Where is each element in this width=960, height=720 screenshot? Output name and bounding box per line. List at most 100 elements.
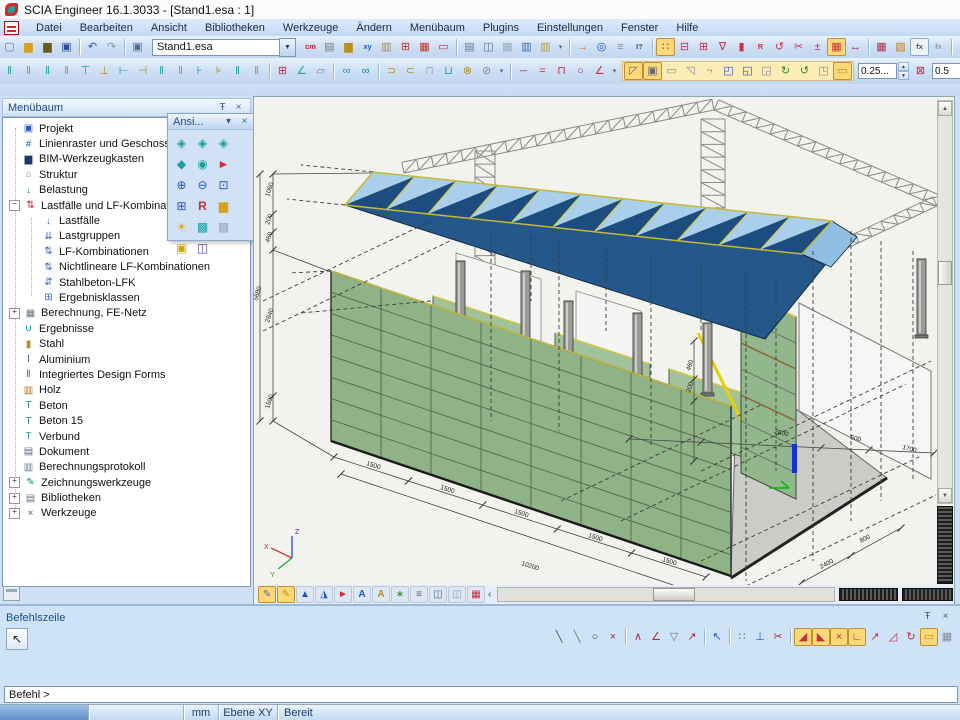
snap-intersection-icon[interactable]: × [830,628,848,646]
menu-item-0[interactable]: Datei [27,20,71,36]
step-icon[interactable]: ⊠ [911,62,930,80]
dim-parallel-icon[interactable]: = [533,62,552,80]
scroll-left-icon[interactable]: ‹ [488,589,491,600]
calculator-icon[interactable]: ▦ [498,38,517,56]
polyline-icon[interactable]: ∧ [629,628,647,646]
grid-step-spinner-stepper[interactable]: ▲▼ [898,62,909,80]
new-file-icon[interactable]: ▢ [0,38,19,56]
snap-endpoint-icon[interactable]: ◢ [794,628,812,646]
snap-quad-icon[interactable]: ◰ [719,62,738,80]
tree-item-13[interactable]: ∪Ergebnisse [7,321,250,336]
document-icon[interactable]: ▥ [517,38,536,56]
draw-segment-icon[interactable]: ╲ [568,628,586,646]
zoom-in-icon[interactable]: ⊕ [171,174,192,195]
opening-icon[interactable]: ‖ [19,62,38,80]
expand-icon[interactable]: + [9,493,20,504]
view-y-icon[interactable]: ◈ [213,132,234,153]
filter-icon[interactable]: ▽ [665,628,683,646]
snap-perpendicular-icon[interactable]: ∟ [848,628,866,646]
tree-item-17[interactable]: ▥Holz [7,383,250,398]
close-icon[interactable]: × [939,610,952,623]
render-on-icon[interactable]: ▩ [192,216,213,237]
connect-icon[interactable]: ⊃ [382,62,401,80]
overflow-icon[interactable]: ▾ [555,38,566,56]
spline-icon[interactable]: ↗ [683,628,701,646]
overflow4-icon[interactable]: ▾ [609,62,620,80]
chevron-down-icon[interactable]: ▼ [279,38,296,57]
menu-item-6[interactable]: Menübaum [401,20,474,36]
tree-item-21[interactable]: ▤Dokument [7,444,250,459]
snap-midpoint-icon[interactable]: ◣ [812,628,830,646]
tree-item-19[interactable]: TBeton 15 [7,413,250,428]
model-3d-view[interactable]: 1060 200 460 2940 1500 5680 1500 1500 15… [254,97,942,585]
tree-item-10[interactable]: ⇵Stahlbeton-LFK [7,275,250,290]
dim-line-icon[interactable]: — [514,62,533,80]
snap-corner-icon[interactable]: ◸ [624,62,643,80]
menu-item-3[interactable]: Bibliotheken [196,20,274,36]
member-right-icon[interactable]: ⊣ [133,62,152,80]
close-icon[interactable]: × [238,115,251,128]
draw-circle-icon[interactable]: ○ [586,628,604,646]
cut-axes-icon[interactable]: ✂ [769,628,787,646]
collapse-icon[interactable]: − [9,200,20,211]
horizontal-scrollbar[interactable] [497,587,835,602]
menu-item-1[interactable]: Bearbeiten [71,20,142,36]
arc-icon[interactable]: ∠ [647,628,665,646]
menu-item-5[interactable]: Ändern [347,20,400,36]
search-icon[interactable]: ◎ [592,38,611,56]
view-pan-bar[interactable] [839,588,898,601]
view-point-icon[interactable]: ◉ [192,153,213,174]
section-icon[interactable]: ≡ [410,586,428,603]
zoom-window-icon[interactable]: ⊡ [213,174,234,195]
document-window-icon[interactable] [4,21,19,35]
project-select[interactable]: Stand1.esa▼ [152,38,296,57]
status-plane[interactable]: Ebene XY [219,705,278,720]
dot-grid-icon[interactable]: ∷ [733,628,751,646]
plate-icon[interactable]: ‖ [38,62,57,80]
weld-icon[interactable]: ∞ [337,62,356,80]
dim-angle-icon[interactable]: ∠ [590,62,609,80]
snap-box-icon[interactable]: ▭ [662,62,681,80]
view-copy-icon[interactable]: ◫ [448,586,466,603]
menu-item-7[interactable]: Plugins [474,20,528,36]
fe-grid2-icon[interactable]: ▦ [467,586,485,603]
snap-grid-icon[interactable]: ▣ [643,62,662,80]
expand-icon[interactable]: + [9,308,20,319]
views-folder-icon[interactable]: ▆ [213,195,234,216]
rotate-tool-icon[interactable]: R [751,38,770,56]
menu-item-9[interactable]: Fenster [612,20,667,36]
undo-icon[interactable]: ↶ [83,38,102,56]
tree-item-25[interactable]: +×Werkzeuge [7,506,250,521]
render-shade-icon[interactable]: ✎ [277,586,295,603]
cursor-step-spinner-value[interactable]: 0.5 [932,63,960,79]
snap-edge-icon[interactable]: ¬ [700,62,719,80]
function-off-icon[interactable]: fx [929,38,948,56]
load-view-icon[interactable]: ▨ [891,38,910,56]
window-3d-icon[interactable]: ◫ [192,237,213,258]
member-trim-icon[interactable]: ⊧ [209,62,228,80]
open-file-icon[interactable]: ▆ [19,38,38,56]
view-toolbar-header[interactable]: Ansi... ▾ × [168,114,256,130]
support-remove-icon[interactable]: ⊔ [439,62,458,80]
member-tool-icon[interactable]: ▮ [732,38,751,56]
catalog-icon[interactable]: ▆ [339,38,358,56]
units-icon[interactable]: cm [301,38,320,56]
beam-tool-icon[interactable]: ⊟ [675,38,694,56]
dim-circle-icon[interactable]: ○ [571,62,590,80]
text-size-icon[interactable]: A [353,586,371,603]
tree-item-14[interactable]: ▮Stahl [7,336,250,351]
vertical-scrollbar[interactable]: ▲ ▼ [937,100,953,504]
dim-mode-icon[interactable]: ▭ [920,628,938,646]
expand-icon[interactable]: + [9,477,20,488]
chevron-down-icon[interactable]: ▾ [222,115,235,128]
menu-item-8[interactable]: Einstellungen [528,20,612,36]
pin-icon[interactable]: Ŧ [921,610,934,623]
ucs-icon[interactable]: ⊥ [751,628,769,646]
table-edit-icon[interactable]: ⊞ [273,62,292,80]
tree-item-22[interactable]: ▥Berechnungsprotokoll [7,460,250,475]
zoom-selection-icon[interactable]: R [192,195,213,216]
tree-item-15[interactable]: IAluminium [7,352,250,367]
cross-link-icon[interactable]: ⊗ [458,62,477,80]
bend-tool-icon[interactable]: ↺ [770,38,789,56]
node-tool-icon[interactable]: ∷ [656,38,675,56]
